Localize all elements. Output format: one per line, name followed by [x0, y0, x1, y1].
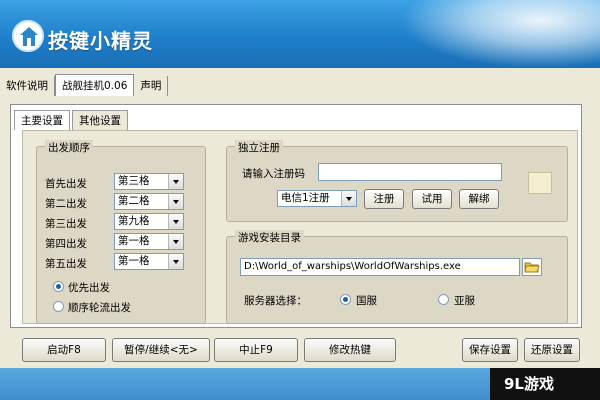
server-asia-label: 亚服 [454, 295, 475, 307]
folder-browse-button[interactable] [522, 258, 542, 276]
registration-line-select[interactable]: 电信1注册 [277, 190, 357, 207]
app-logo-icon [12, 20, 44, 52]
status-indicator [528, 172, 552, 194]
departure-select-1[interactable]: 第三格 [114, 173, 184, 190]
tab-software-info[interactable]: 软件说明 [0, 76, 55, 96]
tab-main-settings[interactable]: 主要设置 [14, 110, 70, 130]
install-group-title: 游戏安装目录 [235, 230, 304, 245]
departure-value: 第一格 [118, 255, 150, 267]
chevron-down-icon[interactable] [168, 214, 183, 229]
modify-hotkey-button[interactable]: 修改热键 [304, 338, 396, 362]
priority-departure-radio[interactable] [53, 281, 64, 292]
server-cn-radio[interactable] [340, 294, 351, 305]
folder-icon [524, 262, 540, 273]
top-tab-bar: 软件说明 战舰挂机0.06 声明 [0, 74, 169, 96]
departure-select-2[interactable]: 第二格 [114, 193, 184, 210]
departure-row-label: 第二出发 [45, 198, 87, 210]
pause-resume-button[interactable]: 暂停/继续<无> [112, 338, 210, 362]
departure-value: 第一格 [118, 235, 150, 247]
registration-code-label: 请输入注册码 [242, 168, 305, 180]
departure-row-label: 首先出发 [45, 178, 87, 190]
registration-group-title: 独立注册 [235, 140, 283, 155]
departure-select-3[interactable]: 第九格 [114, 213, 184, 230]
title-gloss [400, 0, 600, 68]
tab-warship-bot[interactable]: 战舰挂机0.06 [55, 74, 135, 96]
chevron-down-icon[interactable] [341, 191, 356, 206]
departure-group-title: 出发顺序 [45, 140, 93, 155]
registration-line-value: 电信1注册 [281, 192, 330, 204]
departure-select-5[interactable]: 第一格 [114, 253, 184, 270]
departure-value: 第九格 [118, 215, 150, 227]
server-asia-radio[interactable] [438, 294, 449, 305]
departure-value: 第二格 [118, 195, 150, 207]
site-watermark: 9L游戏 [490, 368, 600, 400]
install-group: 游戏安装目录 [226, 230, 568, 324]
chevron-down-icon[interactable] [168, 174, 183, 189]
registration-code-input[interactable] [318, 163, 502, 181]
departure-select-4[interactable]: 第一格 [114, 233, 184, 250]
save-settings-button[interactable]: 保存设置 [462, 338, 518, 362]
title-bar: 按键小精灵 [0, 0, 600, 68]
unbind-button[interactable]: 解绑 [459, 189, 499, 209]
server-select-label: 服务器选择： [244, 295, 307, 307]
rotation-departure-radio[interactable] [53, 301, 64, 312]
chevron-down-icon[interactable] [168, 254, 183, 269]
inner-tab-bar: 主要设置 其他设置 [14, 110, 130, 130]
departure-row-label: 第三出发 [45, 218, 87, 230]
departure-row-label: 第四出发 [45, 238, 87, 250]
tab-disclaimer[interactable]: 声明 [134, 76, 169, 96]
departure-value: 第三格 [118, 175, 150, 187]
priority-departure-label: 优先出发 [68, 282, 110, 294]
tab-other-settings[interactable]: 其他设置 [72, 110, 128, 130]
start-button[interactable]: 启动F8 [22, 338, 106, 362]
registration-group: 独立注册 [226, 140, 568, 222]
rotation-departure-label: 顺序轮流出发 [68, 302, 131, 314]
trial-button[interactable]: 试用 [412, 189, 452, 209]
chevron-down-icon[interactable] [168, 234, 183, 249]
server-cn-label: 国服 [356, 295, 377, 307]
stop-button[interactable]: 中止F9 [214, 338, 298, 362]
app-title: 按键小精灵 [48, 29, 153, 53]
restore-settings-button[interactable]: 还原设置 [524, 338, 580, 362]
departure-row-label: 第五出发 [45, 258, 87, 270]
install-path-input[interactable]: D:\World_of_warships\WorldOfWarships.exe [240, 258, 520, 276]
chevron-down-icon[interactable] [168, 194, 183, 209]
register-button[interactable]: 注册 [364, 189, 404, 209]
